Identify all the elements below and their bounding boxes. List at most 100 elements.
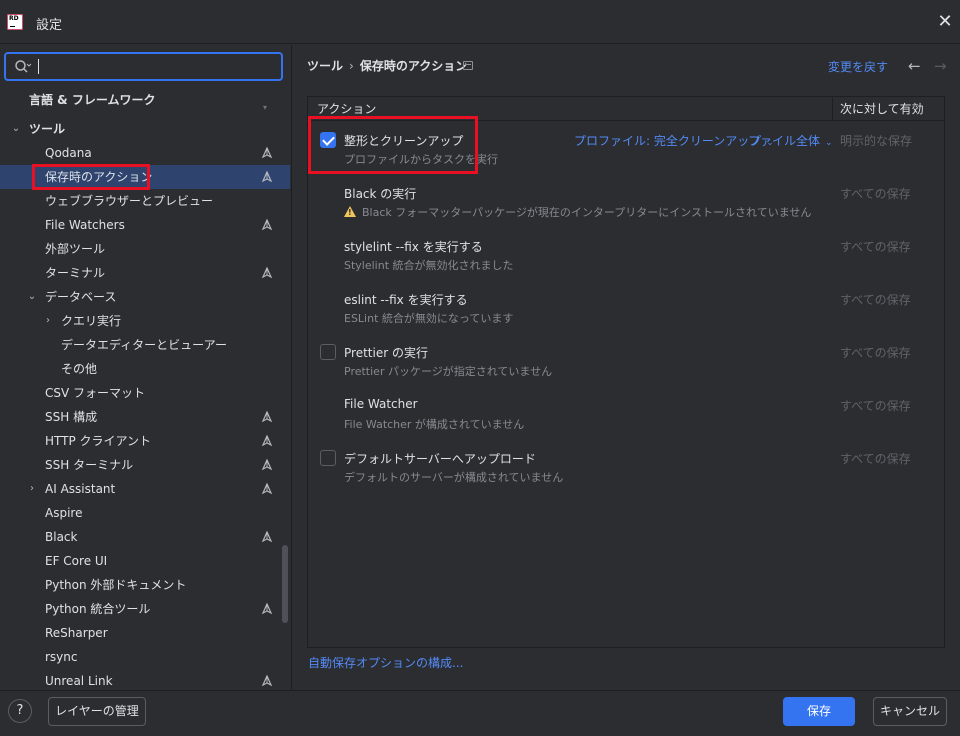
sidebar-item-label: EF Core UI (45, 554, 108, 568)
sidebar-item-ssh-terminal[interactable]: SSH ターミナル (0, 453, 291, 477)
sidebar-item-label: その他 (61, 362, 98, 376)
panel-divider[interactable] (291, 45, 292, 690)
sidebar-item-label: Python 統合ツール (45, 602, 151, 616)
sidebar-item-query-execution[interactable]: › クエリ実行 (0, 309, 291, 333)
chevron-down-icon: ⌄ (11, 123, 21, 134)
action-scope[interactable]: 明示的な保存 (840, 132, 912, 149)
window-title: 設定 (36, 18, 63, 33)
back-arrow-icon[interactable]: ← (908, 57, 921, 75)
action-title: stylelint --fix を実行する (344, 240, 483, 254)
chevron-down-icon: ⌄ (27, 291, 37, 302)
action-scope: すべての保存 (840, 293, 911, 307)
sidebar-item-database[interactable]: ⌄ データベース (0, 285, 291, 309)
sidebar-item-ai-assistant[interactable]: › AI Assistant (0, 477, 291, 501)
action-scope: すべての保存 (840, 452, 911, 466)
sidebar-item-resharper[interactable]: ReSharper (0, 621, 291, 645)
actions-table: アクション 次に対して有効 整形とクリーンアップ プロファイルからタスクを実行 … (307, 96, 945, 648)
sidebar-item-label: ウェブブラウザーとプレビュー (45, 194, 214, 208)
sidebar-item-python-docs[interactable]: Python 外部ドキュメント (0, 573, 291, 597)
action-subtitle-wrap: ! Black フォーマッターパッケージが現在のインタープリターにインストールされ… (344, 204, 811, 220)
breadcrumb-parent[interactable]: ツール (307, 59, 343, 73)
sidebar-item-web-browsers[interactable]: ウェブブラウザーとプレビュー (0, 189, 291, 213)
sidebar-item-external-tools[interactable]: 外部ツール (0, 237, 291, 261)
sidebar-item-label: Black (45, 530, 78, 544)
search-input[interactable] (42, 57, 272, 77)
column-divider[interactable] (832, 97, 833, 121)
profile-dropdown[interactable]: プロファイル: 完全クリーンアップ ⌄ (574, 132, 774, 149)
configure-autosave-link[interactable]: 自動保存オプションの構成... (308, 654, 463, 671)
action-scope: すべての保存 (840, 187, 911, 201)
project-level-icon (261, 147, 273, 159)
upload-checkbox[interactable] (320, 450, 336, 466)
column-header-scope[interactable]: 次に対して有効 (840, 97, 924, 121)
sidebar-item-ssh-config[interactable]: SSH 構成 (0, 405, 291, 429)
sidebar-item-label: データベース (45, 290, 117, 304)
range-dropdown[interactable]: ファイル全体 ⌄ (748, 132, 833, 149)
search-field[interactable] (4, 52, 283, 81)
sidebar-item-qodana[interactable]: Qodana (0, 141, 291, 165)
forward-arrow-icon[interactable]: → (934, 57, 947, 75)
header-divider (308, 120, 944, 121)
sidebar-item-file-watchers[interactable]: File Watchers (0, 213, 291, 237)
help-button[interactable]: ? (8, 699, 32, 723)
cancel-button[interactable]: キャンセル (873, 697, 947, 726)
sidebar-item-aspire[interactable]: Aspire (0, 501, 291, 525)
action-row-upload[interactable]: デフォルトサーバーへアップロード デフォルトのサーバーが構成されていません すべ… (308, 444, 944, 497)
project-settings-icon (463, 61, 473, 70)
action-row-reformat[interactable]: 整形とクリーンアップ プロファイルからタスクを実行 プロファイル: 完全クリーン… (308, 126, 944, 179)
action-subtitle: プロファイルからタスクを実行 (344, 153, 498, 166)
sidebar-scrollbar[interactable] (282, 545, 288, 623)
settings-sidebar: 言語 & フレームワーク ▾ ⌄ ツール Qodana 保存時のアクション ウェ… (0, 45, 291, 690)
action-row-eslint[interactable]: eslint --fix を実行する ESLint 統合が無効になっています す… (308, 285, 944, 338)
action-subtitle: ESLint 統合が無効になっています (344, 312, 514, 325)
close-icon[interactable]: ✕ (936, 13, 954, 31)
sidebar-item-csv-format[interactable]: CSV フォーマット (0, 381, 291, 405)
sidebar-item-actions-on-save[interactable]: 保存時のアクション (0, 165, 290, 189)
sidebar-item-ef-core-ui[interactable]: EF Core UI (0, 549, 291, 573)
sidebar-item-label: ターミナル (45, 266, 106, 280)
sidebar-item-label: SSH ターミナル (45, 458, 134, 472)
breadcrumb-separator: › (349, 59, 354, 73)
action-row-file-watcher[interactable]: File Watcher File Watcher が構成されていません すべて… (308, 391, 944, 444)
action-scope: すべての保存 (840, 399, 911, 413)
title-bar: RD 設定 ✕ (0, 0, 960, 44)
sidebar-item-label: ReSharper (45, 626, 108, 640)
sidebar-item-black[interactable]: Black (0, 525, 291, 549)
sidebar-item-label: Unreal Link (45, 674, 113, 688)
action-title: 整形とクリーンアップ (344, 134, 464, 148)
action-row-prettier[interactable]: Prettier の実行 Prettier パッケージが指定されていません すべ… (308, 338, 944, 391)
action-subtitle: File Watcher が構成されていません (344, 418, 525, 431)
sidebar-item-tools[interactable]: ⌄ ツール (0, 117, 291, 141)
sidebar-item-label: Qodana (45, 146, 92, 160)
reformat-checkbox[interactable] (320, 132, 336, 148)
column-header-action[interactable]: アクション (317, 97, 376, 121)
action-title: eslint --fix を実行する (344, 293, 468, 307)
sidebar-item-label: HTTP クライアント (45, 434, 152, 448)
action-scope: すべての保存 (840, 346, 911, 360)
project-level-icon (261, 531, 273, 543)
action-row-black[interactable]: Black の実行 ! Black フォーマッターパッケージが現在のインタープリタ… (308, 179, 944, 232)
sidebar-item-rsync[interactable]: rsync (0, 645, 291, 669)
sidebar-item-label: クエリ実行 (61, 314, 122, 328)
sidebar-item-data-editor[interactable]: データエディターとビューアー (0, 333, 291, 357)
prettier-checkbox[interactable] (320, 344, 336, 360)
chevron-right-icon: › (46, 315, 50, 326)
sidebar-item-label: Aspire (45, 506, 83, 520)
sidebar-item-languages[interactable]: 言語 & フレームワーク (0, 88, 291, 112)
sidebar-item-other[interactable]: その他 (0, 357, 291, 381)
action-row-stylelint[interactable]: stylelint --fix を実行する Stylelint 統合が無効化され… (308, 232, 944, 285)
sidebar-item-terminal[interactable]: ターミナル (0, 261, 291, 285)
sidebar-item-label: データエディターとビューアー (61, 338, 227, 352)
save-button[interactable]: 保存 (783, 697, 855, 726)
sidebar-item-label: 保存時のアクション (45, 170, 153, 184)
project-level-icon (261, 675, 273, 687)
reset-link[interactable]: 変更を戻す (828, 58, 888, 75)
sidebar-item-python-tools[interactable]: Python 統合ツール (0, 597, 291, 621)
breadcrumb: ツール › 保存時のアクション (307, 57, 467, 74)
sidebar-item-http-client[interactable]: HTTP クライアント (0, 429, 291, 453)
footer-divider (0, 690, 960, 691)
sidebar-item-unreal-link[interactable]: Unreal Link (0, 669, 291, 690)
manage-layers-button[interactable]: レイヤーの管理 (48, 697, 146, 726)
project-level-icon (261, 459, 273, 471)
action-title: Prettier の実行 (344, 346, 428, 360)
